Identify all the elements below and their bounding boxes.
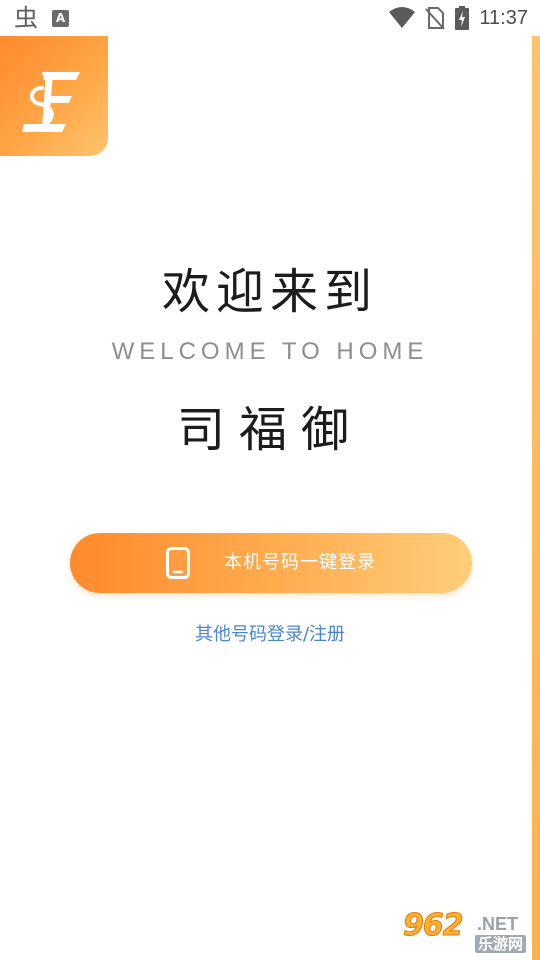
site-watermark: 962 .NET 乐游网 [403,908,533,956]
watermark-suffix: .NET [477,914,519,934]
status-bar-right: 11:37 [389,4,528,32]
watermark-site: 乐游网 [475,935,527,953]
wifi-icon [389,7,416,28]
watermark-number: 962 [403,908,465,944]
no-sim-icon [425,7,446,30]
app-name: 司福御 [176,402,363,458]
one-tap-login-button[interactable]: 本机号码一键登录 [70,533,472,593]
app-logo [0,36,108,156]
status-bar: 虫 A 11:37 [0,0,540,36]
phone-icon [166,547,190,579]
one-tap-login-label: 本机号码一键登录 [224,552,376,573]
text-a-icon: A [52,9,69,27]
bug-icon: 虫 [14,4,38,32]
battery-charging-icon [455,6,470,30]
right-accent-strip [532,36,540,960]
other-number-login-link[interactable]: 其他号码登录/注册 [0,620,540,646]
welcome-title: 欢迎来到 [161,264,378,320]
welcome-subtitle: WELCOME TO HOME [111,338,429,365]
clock-time: 11:37 [479,6,528,29]
sf-logo-icon [22,72,80,132]
status-bar-left: 虫 A [14,4,69,32]
